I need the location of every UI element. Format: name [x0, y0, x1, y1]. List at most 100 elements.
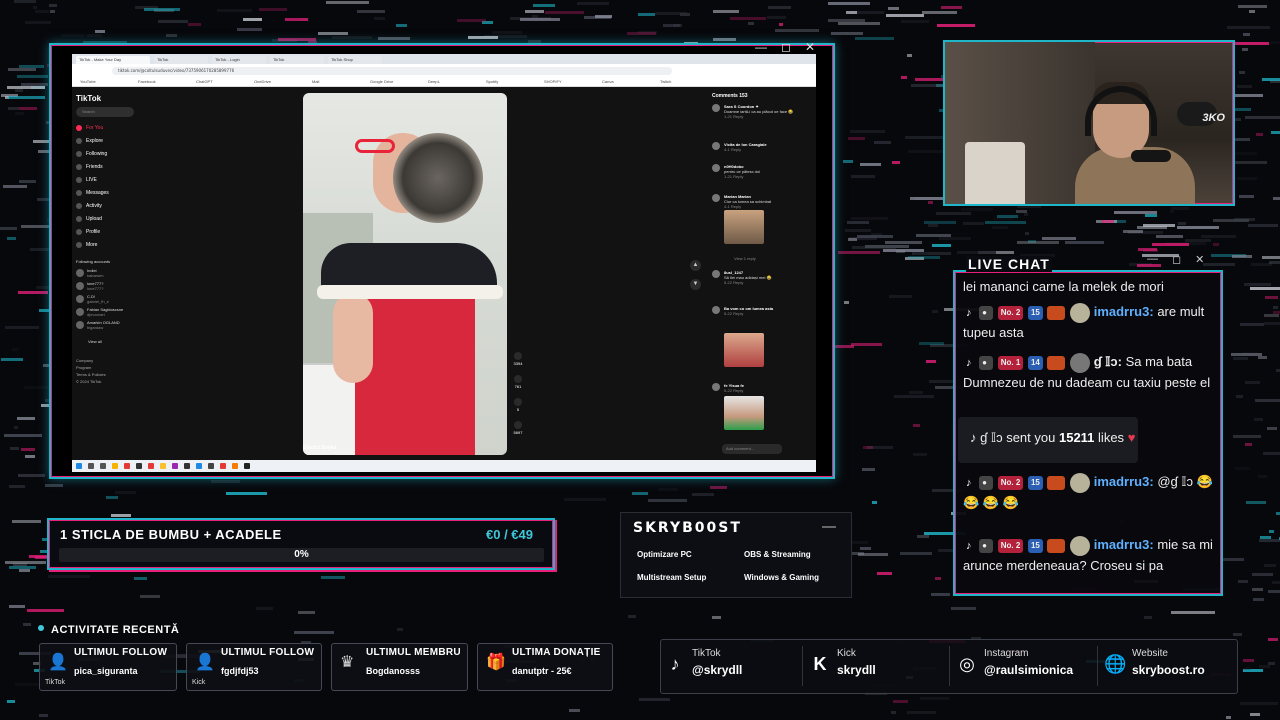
glitch-bar	[19, 569, 30, 573]
close-icon[interactable]: ✕	[1195, 253, 1204, 266]
chat-username[interactable]: ɠ 𝕀ᴐ:	[1094, 354, 1122, 369]
glitch-bar	[747, 22, 754, 26]
glitch-bar	[1230, 94, 1263, 98]
video-action[interactable]: 5697	[513, 421, 523, 435]
taskbar-app-icon[interactable]	[124, 463, 130, 469]
glitch-bar	[860, 162, 882, 166]
nav-icon	[76, 151, 82, 157]
video-action[interactable]: 761	[513, 375, 523, 389]
tiktok-logo[interactable]: TikTok	[76, 94, 101, 103]
address-bar[interactable]: tiktok.com/@coltulsuduvec/video/73759061…	[112, 67, 672, 75]
taskbar-app-icon[interactable]	[160, 463, 166, 469]
tiktok-nav-item[interactable]: More	[76, 242, 97, 248]
close-icon[interactable]: ✕	[805, 40, 815, 54]
tiktok-nav-item[interactable]: For You	[76, 125, 103, 131]
glitch-bar	[1272, 197, 1280, 201]
glitch-bar	[848, 136, 865, 140]
taskbar-app-icon[interactable]	[88, 463, 94, 469]
footer-link[interactable]: Company	[76, 358, 93, 363]
footer-link[interactable]: Terms & Policies	[76, 372, 106, 377]
add-comment-input[interactable]: Add comment...	[722, 444, 782, 454]
bookmark-item[interactable]: ChatGPT	[196, 79, 213, 84]
bookmark-item[interactable]: Facebook	[138, 79, 156, 84]
tiktok-nav-item[interactable]: Activity	[76, 203, 102, 209]
comment-meta[interactable]: 4-1 Reply	[724, 147, 812, 152]
chat-message: ♪ ● No. 2 15 imadrru3: mie sa mi arunce …	[963, 535, 1215, 576]
taskbar-app-icon[interactable]	[220, 463, 226, 469]
tiktok-nav-item[interactable]: Messages	[76, 190, 109, 196]
chat-username[interactable]: imadrru3:	[1094, 474, 1154, 489]
browser-tab[interactable]: TikTok Shop	[328, 56, 382, 64]
taskbar-app-icon[interactable]	[148, 463, 154, 469]
video-action[interactable]: 3394	[513, 352, 523, 366]
taskbar-app-icon[interactable]	[136, 463, 142, 469]
browser-tab[interactable]: TikTok - Login	[212, 56, 266, 64]
next-video-icon[interactable]: ▼	[690, 279, 701, 290]
video-action[interactable]: 5	[513, 398, 523, 412]
tiktok-nav-item[interactable]: Friends	[76, 164, 103, 170]
avatar	[1070, 352, 1091, 373]
comment-meta[interactable]: 5-22 Reply	[724, 280, 812, 285]
comment-meta[interactable]: 1-21 Reply	[724, 114, 812, 119]
tiktok-search-input[interactable]: Search	[76, 107, 134, 117]
gift-verb: sent you	[1006, 430, 1056, 445]
glitch-bar	[48, 575, 90, 579]
taskbar-app-icon[interactable]	[244, 463, 250, 469]
maximize-icon[interactable]: ◻	[781, 40, 791, 54]
bookmark-item[interactable]: Twitch	[660, 79, 671, 84]
comment-meta[interactable]: 4-1 Reply	[724, 204, 812, 209]
bookmark-item[interactable]: SHOPIFY	[544, 79, 562, 84]
tiktok-nav-item[interactable]: Profile	[76, 229, 100, 235]
footer-link[interactable]: © 2024 TikTok	[76, 379, 101, 384]
comment-meta[interactable]: 5-22 Reply	[724, 311, 812, 316]
following-account[interactable]: Fabian Sagbioscsne djmoonart	[76, 307, 123, 317]
taskbar-app-icon[interactable]	[100, 463, 106, 469]
tiktok-video-player[interactable]	[303, 93, 507, 455]
following-account[interactable]: Amarkin OGLAND bigardaw	[76, 320, 120, 330]
browser-tab[interactable]: TikTok	[154, 56, 208, 64]
comment-meta[interactable]: 1-21 Reply	[724, 174, 812, 179]
bookmark-item[interactable]: OneDrive	[254, 79, 271, 84]
bookmark-item[interactable]: DeepL	[428, 79, 440, 84]
glitch-bar	[1253, 417, 1263, 421]
gift-amount: 15211	[1058, 430, 1095, 445]
comment-meta[interactable]: 5-22 Reply	[724, 388, 812, 393]
taskbar-app-icon[interactable]	[172, 463, 178, 469]
gift-user[interactable]: ɠ 𝕀ᴐ	[980, 430, 1002, 445]
bookmark-item[interactable]: Mail	[312, 79, 319, 84]
bookmark-item[interactable]: YouTube	[80, 79, 96, 84]
tiktok-nav-item[interactable]: Following	[76, 151, 107, 157]
bookmark-item[interactable]: Canva	[602, 79, 614, 84]
footer-link[interactable]: Program	[76, 365, 91, 370]
minimize-icon[interactable]: —	[755, 40, 767, 54]
action-count: 3394	[513, 361, 523, 366]
recent-card-value: pica_siguranta	[74, 666, 138, 676]
tiktok-nav-item[interactable]: Upload	[76, 216, 102, 222]
minimize-icon[interactable]: —	[1147, 253, 1158, 266]
taskbar-app-icon[interactable]	[232, 463, 238, 469]
glitch-bar	[849, 130, 886, 134]
tiktok-nav-item[interactable]: LIVE	[76, 177, 97, 183]
glitch-bar	[1222, 557, 1245, 561]
account-handle: lone777?	[87, 286, 104, 291]
browser-tab[interactable]: TikTok	[270, 56, 324, 64]
chat-username[interactable]: imadrru3:	[1094, 304, 1154, 319]
browser-tab[interactable]: TikTok - Make Your Day	[76, 56, 150, 64]
prev-video-icon[interactable]: ▲	[690, 260, 701, 271]
chat-username[interactable]: imadrru3:	[1094, 537, 1154, 552]
taskbar-app-icon[interactable]	[112, 463, 118, 469]
bookmark-item[interactable]: Spotify	[486, 79, 498, 84]
following-account[interactable]: lone777? lone777?	[76, 281, 103, 291]
taskbar-app-icon[interactable]	[76, 463, 82, 469]
maximize-icon[interactable]: ◻	[1172, 253, 1181, 266]
following-account[interactable]: Indiei kabarsen	[76, 268, 103, 278]
glitch-bar	[1236, 177, 1258, 181]
taskbar-app-icon[interactable]	[208, 463, 214, 469]
view-reply-link[interactable]: View 1 reply	[734, 256, 756, 261]
view-all-link[interactable]: View all	[88, 339, 102, 344]
bookmark-item[interactable]: Google Drive	[370, 79, 393, 84]
tiktok-nav-item[interactable]: Explore	[76, 138, 103, 144]
following-account[interactable]: C.D! gabriel_fh_e	[76, 294, 109, 304]
taskbar-app-icon[interactable]	[196, 463, 202, 469]
taskbar-app-icon[interactable]	[184, 463, 190, 469]
